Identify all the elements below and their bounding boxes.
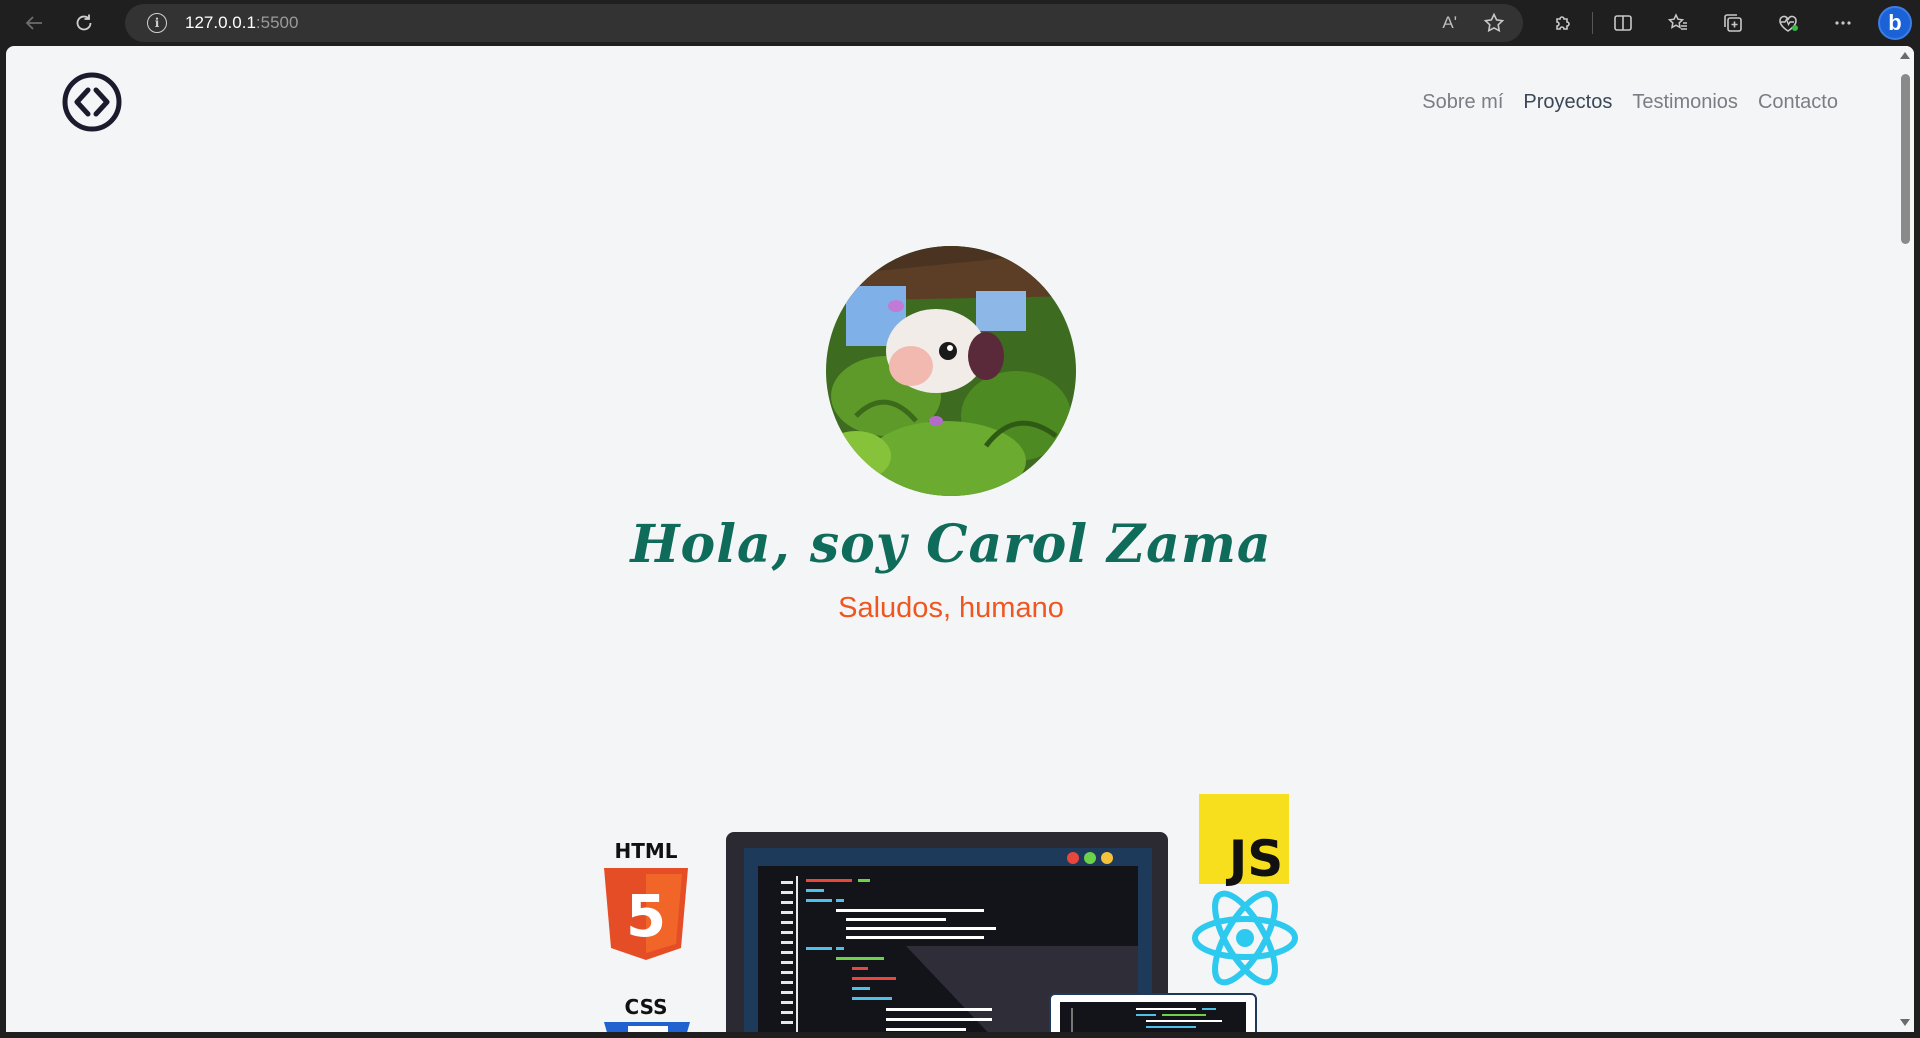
nav-link-sobre-mi[interactable]: Sobre mí xyxy=(1422,91,1503,114)
toolbar-divider xyxy=(1592,12,1593,34)
reload-icon xyxy=(76,14,92,31)
vertical-scrollbar[interactable] xyxy=(1896,46,1914,1032)
address-bar[interactable]: i 127.0.0.1:5500 Aʹ xyxy=(125,4,1523,42)
favorites-list-icon xyxy=(1667,13,1687,30)
scrollbar-thumb[interactable] xyxy=(1901,74,1910,244)
collections-button[interactable] xyxy=(1705,0,1760,46)
javascript-logo-icon: JS xyxy=(1199,794,1289,888)
main-nav: Sobre mí Proyectos Testimonios Contacto xyxy=(1422,91,1838,114)
read-aloud-icon[interactable]: Aʹ xyxy=(1442,13,1457,33)
extensions-button[interactable] xyxy=(1535,0,1590,46)
ellipsis-icon xyxy=(1834,21,1851,25)
nav-link-contacto[interactable]: Contacto xyxy=(1758,91,1838,114)
browser-toolbar: i 127.0.0.1:5500 Aʹ b xyxy=(0,0,1920,46)
html5-digit: 5 xyxy=(626,882,666,950)
more-menu-button[interactable] xyxy=(1815,0,1870,46)
js-label: JS xyxy=(1226,830,1284,888)
hero-subtitle: Saludos, humano xyxy=(838,592,1064,624)
split-screen-icon xyxy=(1613,15,1632,31)
code-brackets-logo-icon xyxy=(62,72,122,132)
scroll-down-arrow-icon[interactable] xyxy=(1900,1019,1910,1026)
url-text[interactable]: 127.0.0.1:5500 xyxy=(185,13,298,33)
css3-logo-icon: CSS xyxy=(604,995,690,1032)
profile-avatar xyxy=(826,246,1076,496)
site-header: Sobre mí Proyectos Testimonios Contacto xyxy=(6,46,1896,156)
nav-link-proyectos[interactable]: Proyectos xyxy=(1523,91,1612,114)
back-arrow-icon xyxy=(25,16,42,30)
site-info-icon[interactable]: i xyxy=(147,13,167,33)
back-button[interactable] xyxy=(14,3,54,43)
code-laptop xyxy=(1049,993,1257,1032)
collections-icon xyxy=(1723,14,1742,32)
bing-copilot-icon[interactable]: b xyxy=(1878,6,1912,40)
favorite-star-icon[interactable] xyxy=(1483,12,1505,34)
scroll-up-arrow-icon[interactable] xyxy=(1900,52,1910,59)
hero-title: Hola, soy Carol Zama xyxy=(630,514,1272,575)
page-viewport: Sobre mí Proyectos Testimonios Contacto xyxy=(6,46,1914,1032)
developer-illustration: HTML 5 CSS JS xyxy=(604,794,1298,1032)
favorites-button[interactable] xyxy=(1650,0,1705,46)
heart-pulse-icon xyxy=(1778,15,1798,32)
split-screen-button[interactable] xyxy=(1595,0,1650,46)
react-logo-icon xyxy=(1192,890,1298,986)
html5-logo-icon: HTML 5 xyxy=(604,839,688,960)
reload-button[interactable] xyxy=(64,3,104,43)
site-logo[interactable] xyxy=(61,71,123,133)
nav-link-testimonios[interactable]: Testimonios xyxy=(1632,91,1738,114)
css-label: CSS xyxy=(625,995,668,1019)
puzzle-icon xyxy=(1555,16,1570,30)
kitten-in-plants-photo xyxy=(826,246,1076,496)
browser-essentials-button[interactable] xyxy=(1760,0,1815,46)
html-label: HTML xyxy=(614,839,677,863)
